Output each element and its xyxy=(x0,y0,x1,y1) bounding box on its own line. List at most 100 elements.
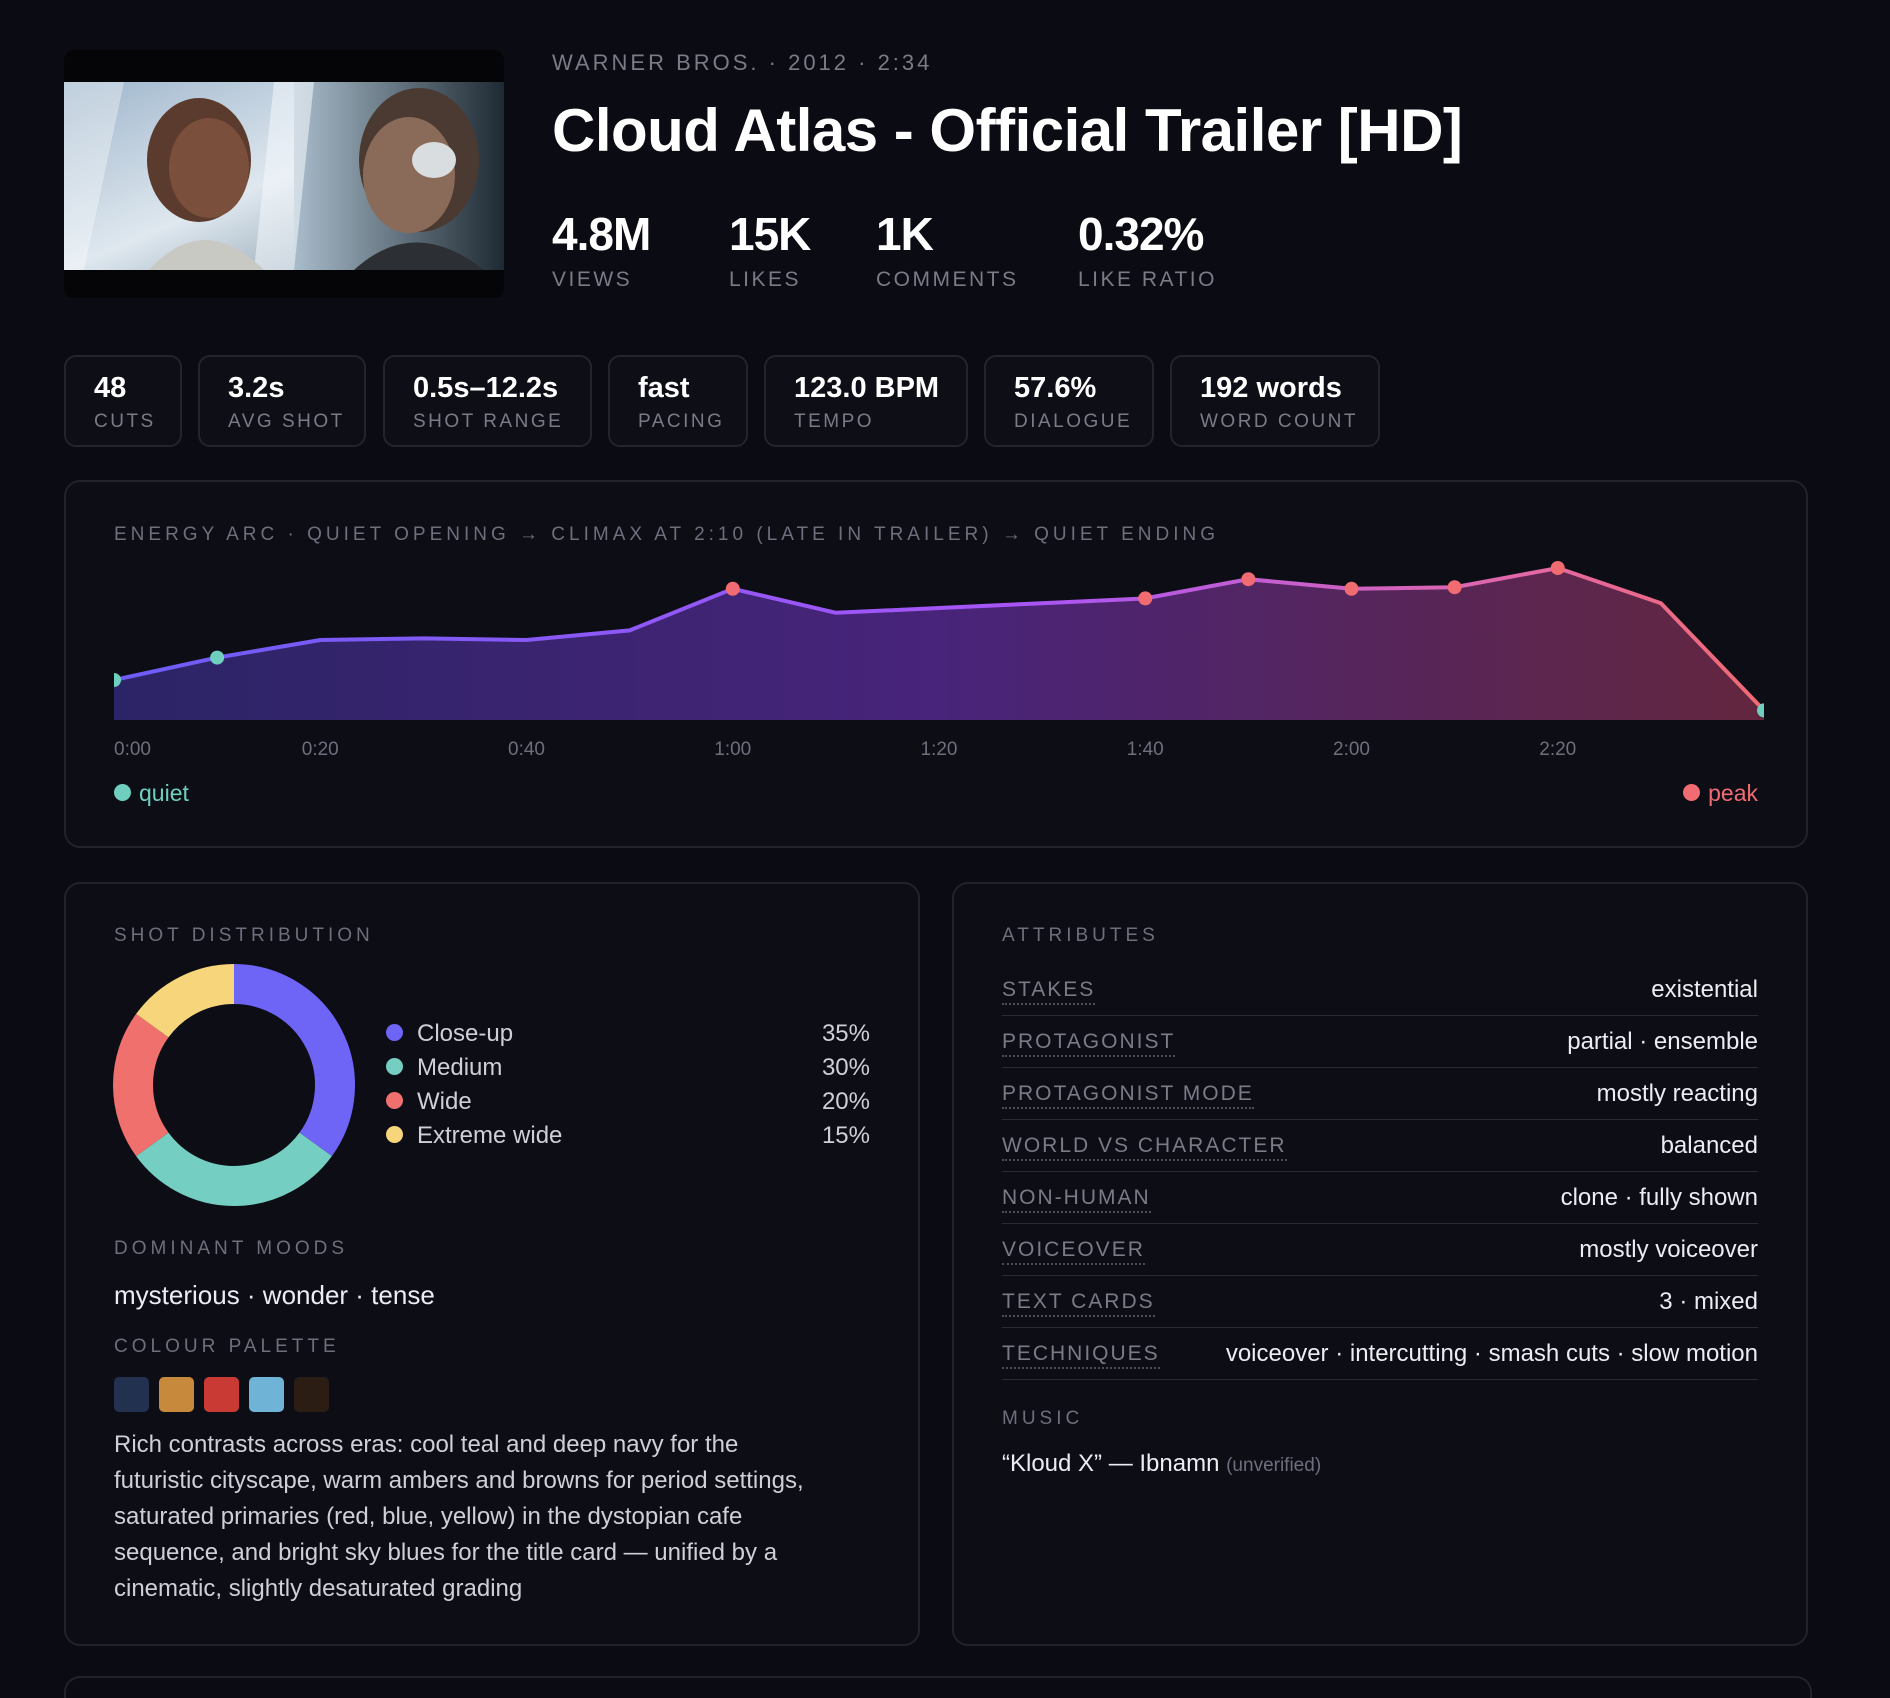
thumbnail-image xyxy=(64,50,504,298)
metric-value: 3.2s xyxy=(228,372,285,404)
metric-tempo: 123.0 BPM TEMPO xyxy=(764,355,968,447)
extreme-wide-dot-icon xyxy=(386,1126,403,1144)
metric-word-count: 192 words WORD COUNT xyxy=(1170,355,1380,447)
metric-shot-range: 0.5s–12.2s SHOT RANGE xyxy=(383,355,592,447)
next-panel-edge xyxy=(64,1676,1812,1698)
palette-swatches xyxy=(114,1377,339,1413)
energy-area xyxy=(114,568,1764,720)
attr-key[interactable]: STAKES xyxy=(1002,978,1096,1005)
metric-label: WORD COUNT xyxy=(1200,411,1358,432)
attr-row-protagonist-mode: PROTAGONIST MODE mostly reacting xyxy=(1002,1068,1758,1120)
medium-dot-icon xyxy=(386,1058,403,1076)
x-tick-label: 0:40 xyxy=(508,739,545,760)
legend-pct: 35% xyxy=(821,1020,870,1047)
attr-key[interactable]: VOICEOVER xyxy=(1002,1238,1145,1265)
palette-description-line: sequence, and bright sky blues for the t… xyxy=(114,1539,778,1566)
attr-key[interactable]: TECHNIQUES xyxy=(1002,1342,1160,1369)
donut-slice-wide xyxy=(113,1013,169,1157)
stat-views: 4.8M VIEWS xyxy=(552,208,651,292)
close-up-dot-icon xyxy=(386,1024,403,1042)
stat-likes: 15K LIKES xyxy=(729,208,811,292)
attr-key[interactable]: PROTAGONIST xyxy=(1002,1030,1176,1057)
attr-row-world-vs-character: WORLD VS CHARACTER balanced xyxy=(1002,1120,1758,1172)
legend-quiet-label: quiet xyxy=(139,780,189,806)
metric-value: fast xyxy=(638,372,690,404)
legend-row-close-up: Close-up 35% xyxy=(386,1017,870,1051)
x-tick-label: 2:20 xyxy=(1539,739,1576,760)
stat-value: 0.32% xyxy=(1078,208,1204,260)
x-tick-label: 1:20 xyxy=(921,739,958,760)
x-tick-label: 1:00 xyxy=(714,739,751,760)
metric-dialogue: 57.6% DIALOGUE xyxy=(984,355,1154,447)
stat-label: VIEWS xyxy=(552,268,633,291)
legend-row-medium: Medium 30% xyxy=(386,1051,870,1085)
metric-value: 192 words xyxy=(1200,372,1342,404)
attr-value: existential xyxy=(1651,976,1758,1003)
legend-pct: 20% xyxy=(821,1088,870,1115)
palette-swatch xyxy=(114,1377,149,1412)
energy-peak-marker xyxy=(1550,561,1565,575)
palette-swatch xyxy=(204,1377,239,1412)
metric-value: 0.5s–12.2s xyxy=(413,372,559,404)
moods-label: DOMINANT MOODS xyxy=(114,1238,349,1259)
shot-distribution-label: SHOT DISTRIBUTION xyxy=(114,925,374,946)
stat-value: 4.8M xyxy=(552,208,651,260)
palette-description-line: futuristic cityscape, warm ambers and br… xyxy=(114,1467,804,1494)
attr-row-stakes: STAKES existential xyxy=(1002,964,1758,1016)
legend-peak-label: peak xyxy=(1708,780,1758,806)
metric-value: 57.6% xyxy=(1014,372,1097,404)
stat-label: LIKE RATIO xyxy=(1078,268,1217,291)
stat-value: 15K xyxy=(729,208,811,260)
palette-description-line: saturated primaries (red, blue, yellow) … xyxy=(114,1503,743,1530)
attr-value: clone · fully shown xyxy=(1560,1184,1758,1211)
palette-swatch xyxy=(249,1377,284,1412)
stat-label: LIKES xyxy=(729,268,802,291)
stat-like-ratio: 0.32% LIKE RATIO xyxy=(1078,208,1217,292)
energy-peak-marker xyxy=(1138,591,1153,606)
attr-row-text-cards: TEXT CARDS 3 · mixed xyxy=(1002,1276,1758,1328)
moods-text: mysterious · wonder · tense xyxy=(114,1280,435,1310)
legend-quiet: quiet xyxy=(114,780,189,807)
metric-value: 48 xyxy=(94,372,127,404)
video-title: Cloud Atlas - Official Trailer [HD] xyxy=(552,97,1463,164)
legend-row-wide: Wide 20% xyxy=(386,1085,870,1119)
palette-label: COLOUR PALETTE xyxy=(114,1336,340,1357)
palette-description: Rich contrasts across eras: cool teal an… xyxy=(114,1427,894,1607)
x-tick-label: 1:40 xyxy=(1127,739,1164,760)
attr-key[interactable]: TEXT CARDS xyxy=(1002,1290,1155,1317)
legend-peak: peak xyxy=(1683,780,1758,807)
palette-swatch xyxy=(294,1377,329,1412)
attr-value: balanced xyxy=(1660,1132,1758,1159)
donut-slice-extreme-wide xyxy=(136,964,235,1038)
x-tick-label: 2:00 xyxy=(1333,739,1370,760)
attr-row-voiceover: VOICEOVER mostly voiceover xyxy=(1002,1224,1758,1276)
metric-label: SHOT RANGE xyxy=(413,411,564,432)
metric-pacing: fast PACING xyxy=(608,355,748,447)
attr-key[interactable]: NON-HUMAN xyxy=(1002,1186,1151,1213)
legend-pct: 15% xyxy=(821,1122,870,1149)
metric-avg-shot: 3.2s AVG SHOT xyxy=(198,355,366,447)
attr-value: voiceover · intercutting · smash cuts · … xyxy=(1225,1340,1758,1367)
music-note: (unverified) xyxy=(1226,1455,1322,1476)
energy-peak-marker xyxy=(1241,572,1256,587)
attr-key[interactable]: PROTAGONIST MODE xyxy=(1002,1082,1254,1109)
metric-label: DIALOGUE xyxy=(1014,411,1133,432)
stat-comments: 1K COMMENTS xyxy=(876,208,1019,292)
stat-value: 1K xyxy=(876,208,934,260)
donut-slice-medium xyxy=(136,1132,332,1206)
metric-label: TEMPO xyxy=(794,411,875,432)
attr-key[interactable]: WORLD VS CHARACTER xyxy=(1002,1134,1287,1161)
legend-name: Wide xyxy=(417,1088,472,1115)
attr-value: partial · ensemble xyxy=(1567,1028,1758,1055)
x-tick-label: 0:20 xyxy=(302,739,339,760)
attr-value: mostly voiceover xyxy=(1579,1236,1758,1263)
music-label: MUSIC xyxy=(1002,1408,1084,1429)
palette-description-line: Rich contrasts across eras: cool teal an… xyxy=(114,1431,739,1458)
legend-row-extreme-wide: Extreme wide 15% xyxy=(386,1119,870,1153)
wide-dot-icon xyxy=(386,1092,403,1110)
shot-legend: Close-up 35% Medium 30% Wide 20% Extreme… xyxy=(386,1017,870,1153)
attributes-label: ATTRIBUTES xyxy=(1002,925,1159,946)
video-thumbnail[interactable] xyxy=(64,50,504,298)
metric-label: AVG SHOT xyxy=(228,411,345,432)
video-meta-line: WARNER BROS. · 2012 · 2:34 xyxy=(552,50,933,75)
